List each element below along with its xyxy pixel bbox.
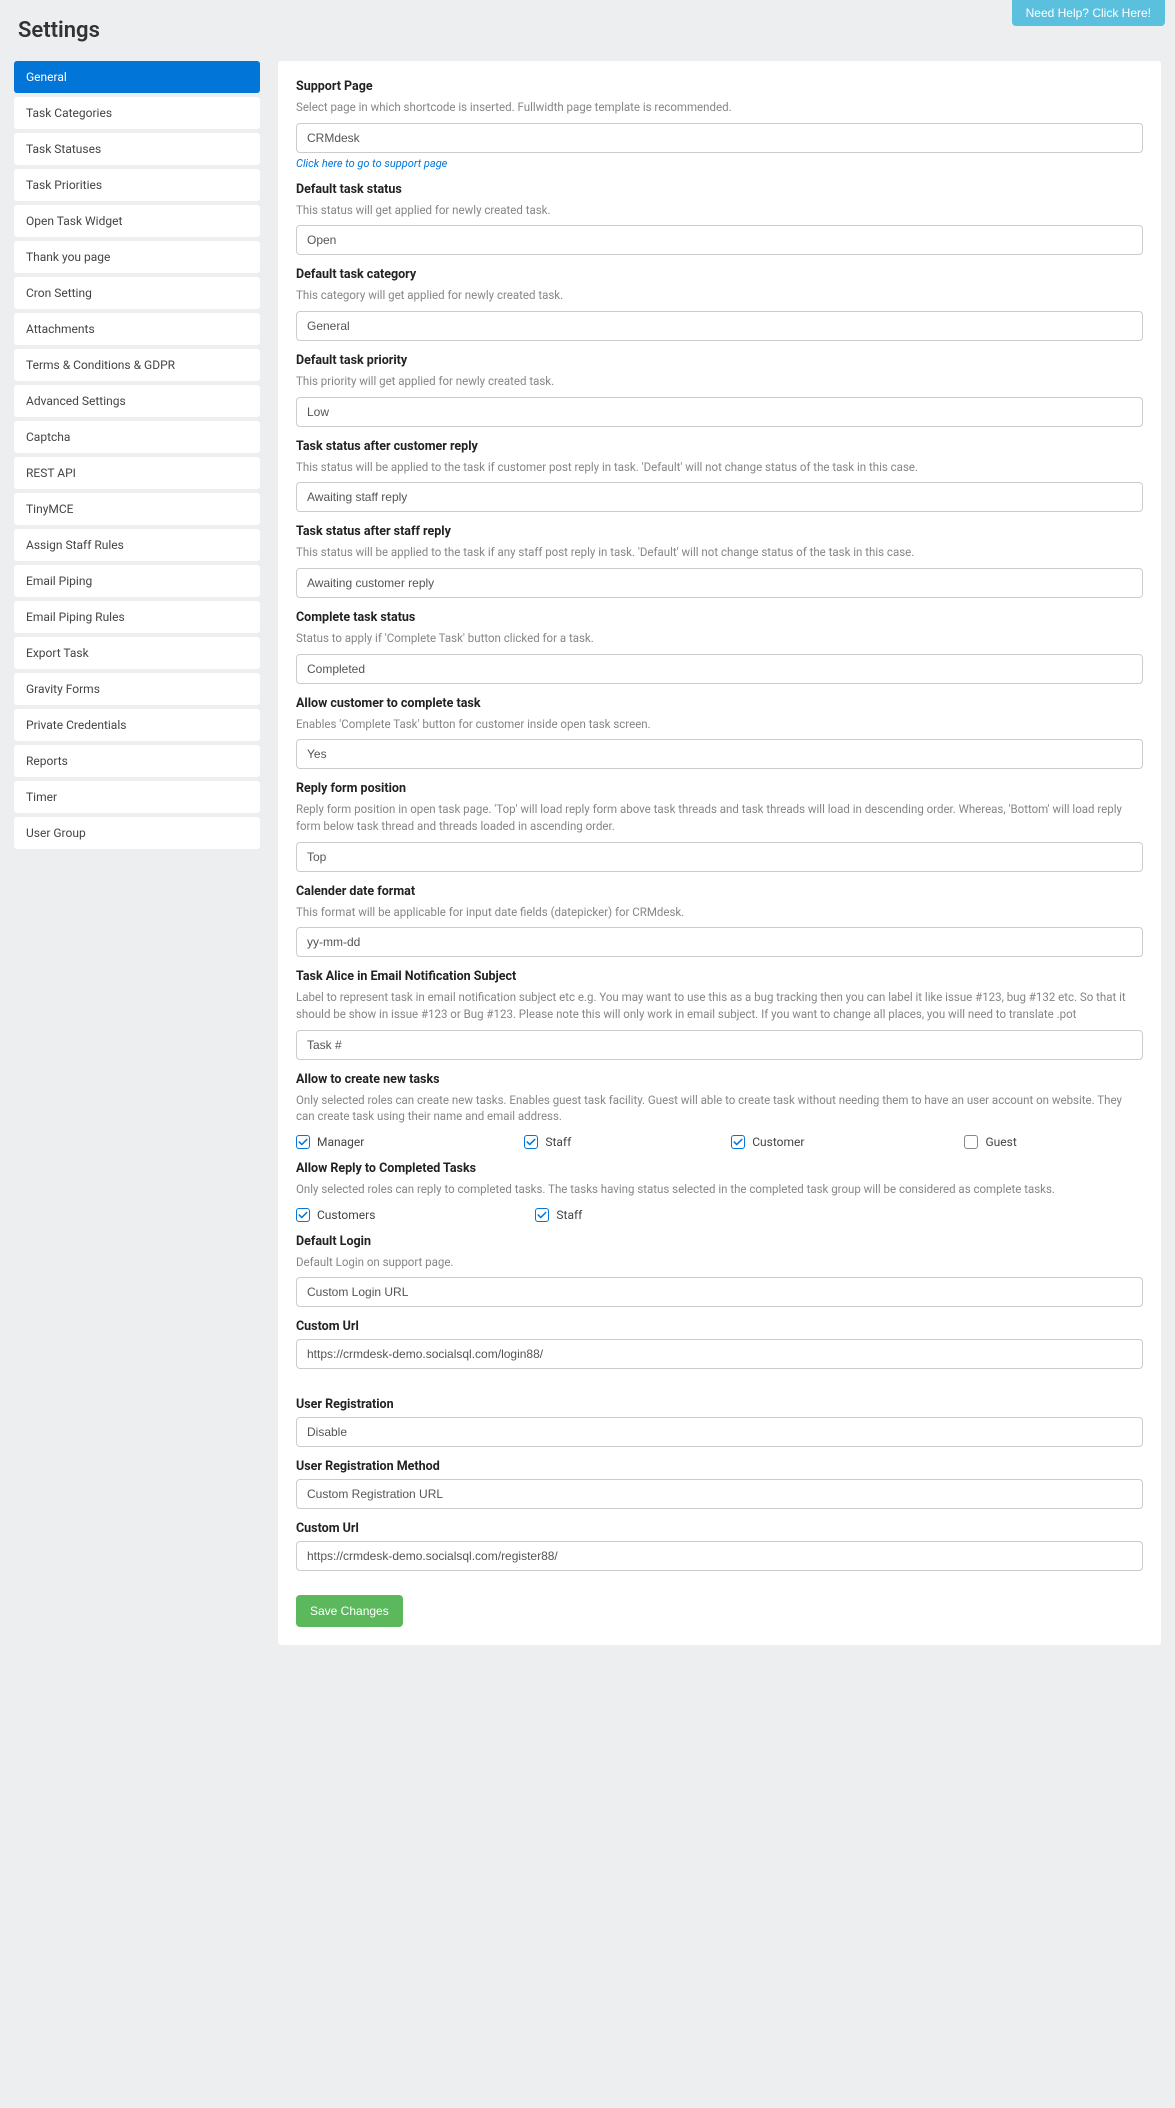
desc-allow-create-tasks: Only selected roles can create new tasks… bbox=[296, 1092, 1143, 1125]
label-default-task-priority: Default task priority bbox=[296, 353, 1143, 368]
sidebar-item-gravity-forms[interactable]: Gravity Forms bbox=[14, 673, 260, 705]
desc-complete-task-status: Status to apply if 'Complete Task' butto… bbox=[296, 630, 1143, 647]
desc-default-task-category: This category will get applied for newly… bbox=[296, 287, 1143, 304]
sidebar-item-timer[interactable]: Timer bbox=[14, 781, 260, 813]
select-default-task-status[interactable] bbox=[296, 225, 1143, 255]
desc-reply-form-position: Reply form position in open task page. '… bbox=[296, 801, 1143, 834]
sidebar-item-cron-setting[interactable]: Cron Setting bbox=[14, 277, 260, 309]
label-user-registration: User Registration bbox=[296, 1397, 1143, 1412]
select-allow-customer-complete[interactable] bbox=[296, 739, 1143, 769]
label-allow-customer-complete: Allow customer to complete task bbox=[296, 696, 1143, 711]
sidebar-item-user-group[interactable]: User Group bbox=[14, 817, 260, 849]
checkbox-icon[interactable] bbox=[731, 1135, 745, 1149]
select-user-registration[interactable] bbox=[296, 1417, 1143, 1447]
label-custom-url-register: Custom Url bbox=[296, 1521, 1143, 1536]
label-complete-task-status: Complete task status bbox=[296, 610, 1143, 625]
sidebar-item-terms-conditions-gdpr[interactable]: Terms & Conditions & GDPR bbox=[14, 349, 260, 381]
settings-panel: Support Page Select page in which shortc… bbox=[278, 61, 1161, 1645]
label-status-after-customer-reply: Task status after customer reply bbox=[296, 439, 1143, 454]
sidebar-item-thank-you-page[interactable]: Thank you page bbox=[14, 241, 260, 273]
sidebar-item-email-piping[interactable]: Email Piping bbox=[14, 565, 260, 597]
input-custom-url-register[interactable] bbox=[296, 1541, 1143, 1571]
label-calendar-date-format: Calender date format bbox=[296, 884, 1143, 899]
sidebar-item-advanced-settings[interactable]: Advanced Settings bbox=[14, 385, 260, 417]
label-default-task-status: Default task status bbox=[296, 182, 1143, 197]
select-complete-task-status[interactable] bbox=[296, 654, 1143, 684]
checkbox-label: Manager bbox=[317, 1135, 364, 1149]
sidebar-item-task-priorities[interactable]: Task Priorities bbox=[14, 169, 260, 201]
sidebar-item-export-task[interactable]: Export Task bbox=[14, 637, 260, 669]
input-calendar-date-format[interactable] bbox=[296, 927, 1143, 957]
desc-default-login: Default Login on support page. bbox=[296, 1254, 1143, 1271]
input-task-alice[interactable] bbox=[296, 1030, 1143, 1060]
select-default-login[interactable] bbox=[296, 1277, 1143, 1307]
desc-calendar-date-format: This format will be applicable for input… bbox=[296, 904, 1143, 921]
checkbox-icon[interactable] bbox=[964, 1135, 978, 1149]
desc-allow-customer-complete: Enables 'Complete Task' button for custo… bbox=[296, 716, 1143, 733]
sidebar-item-attachments[interactable]: Attachments bbox=[14, 313, 260, 345]
sidebar-item-general[interactable]: General bbox=[14, 61, 260, 93]
label-default-login: Default Login bbox=[296, 1234, 1143, 1249]
select-default-task-priority[interactable] bbox=[296, 397, 1143, 427]
allow-reply-option[interactable]: Staff bbox=[535, 1208, 582, 1222]
checkbox-label: Customers bbox=[317, 1208, 375, 1222]
checkbox-label: Staff bbox=[556, 1208, 582, 1222]
sidebar-item-reports[interactable]: Reports bbox=[14, 745, 260, 777]
desc-default-task-priority: This priority will get applied for newly… bbox=[296, 373, 1143, 390]
input-custom-url-login[interactable] bbox=[296, 1339, 1143, 1369]
checkbox-icon[interactable] bbox=[296, 1135, 310, 1149]
link-support-page[interactable]: Click here to go to support page bbox=[296, 157, 447, 170]
desc-status-after-staff-reply: This status will be applied to the task … bbox=[296, 544, 1143, 561]
desc-support-page: Select page in which shortcode is insert… bbox=[296, 99, 1143, 116]
desc-status-after-customer-reply: This status will be applied to the task … bbox=[296, 459, 1143, 476]
desc-allow-reply-completed: Only selected roles can reply to complet… bbox=[296, 1181, 1143, 1198]
select-default-task-category[interactable] bbox=[296, 311, 1143, 341]
label-allow-create-tasks: Allow to create new tasks bbox=[296, 1072, 1143, 1087]
checkbox-icon[interactable] bbox=[535, 1208, 549, 1222]
label-user-registration-method: User Registration Method bbox=[296, 1459, 1143, 1474]
allow-create-option[interactable]: Manager bbox=[296, 1135, 364, 1149]
save-button[interactable]: Save Changes bbox=[296, 1595, 403, 1627]
label-allow-reply-completed: Allow Reply to Completed Tasks bbox=[296, 1161, 1143, 1176]
allow-create-option[interactable]: Customer bbox=[731, 1135, 804, 1149]
desc-task-alice: Label to represent task in email notific… bbox=[296, 989, 1143, 1022]
allow-create-option[interactable]: Guest bbox=[964, 1135, 1016, 1149]
sidebar-item-captcha[interactable]: Captcha bbox=[14, 421, 260, 453]
allow-create-option[interactable]: Staff bbox=[524, 1135, 571, 1149]
checkbox-icon[interactable] bbox=[524, 1135, 538, 1149]
label-status-after-staff-reply: Task status after staff reply bbox=[296, 524, 1143, 539]
select-support-page[interactable] bbox=[296, 123, 1143, 153]
checkbox-label: Customer bbox=[752, 1135, 804, 1149]
sidebar-item-private-credentials[interactable]: Private Credentials bbox=[14, 709, 260, 741]
select-status-after-customer-reply[interactable] bbox=[296, 482, 1143, 512]
sidebar-item-assign-staff-rules[interactable]: Assign Staff Rules bbox=[14, 529, 260, 561]
select-reply-form-position[interactable] bbox=[296, 842, 1143, 872]
help-button[interactable]: Need Help? Click Here! bbox=[1012, 0, 1165, 26]
label-task-alice: Task Alice in Email Notification Subject bbox=[296, 969, 1143, 984]
checkbox-label: Guest bbox=[985, 1135, 1016, 1149]
sidebar: General Task Categories Task Statuses Task … bbox=[14, 61, 260, 1645]
sidebar-item-rest-api[interactable]: REST API bbox=[14, 457, 260, 489]
checkbox-label: Staff bbox=[545, 1135, 571, 1149]
label-default-task-category: Default task category bbox=[296, 267, 1143, 282]
page-title: Settings bbox=[0, 8, 1175, 61]
label-custom-url-login: Custom Url bbox=[296, 1319, 1143, 1334]
sidebar-item-task-categories[interactable]: Task Categories bbox=[14, 97, 260, 129]
sidebar-item-tinymce[interactable]: TinyMCE bbox=[14, 493, 260, 525]
sidebar-item-email-piping-rules[interactable]: Email Piping Rules bbox=[14, 601, 260, 633]
select-user-registration-method[interactable] bbox=[296, 1479, 1143, 1509]
label-support-page: Support Page bbox=[296, 79, 1143, 94]
checkbox-icon[interactable] bbox=[296, 1208, 310, 1222]
allow-reply-option[interactable]: Customers bbox=[296, 1208, 375, 1222]
sidebar-item-task-statuses[interactable]: Task Statuses bbox=[14, 133, 260, 165]
desc-default-task-status: This status will get applied for newly c… bbox=[296, 202, 1143, 219]
label-reply-form-position: Reply form position bbox=[296, 781, 1143, 796]
select-status-after-staff-reply[interactable] bbox=[296, 568, 1143, 598]
sidebar-item-open-task-widget[interactable]: Open Task Widget bbox=[14, 205, 260, 237]
